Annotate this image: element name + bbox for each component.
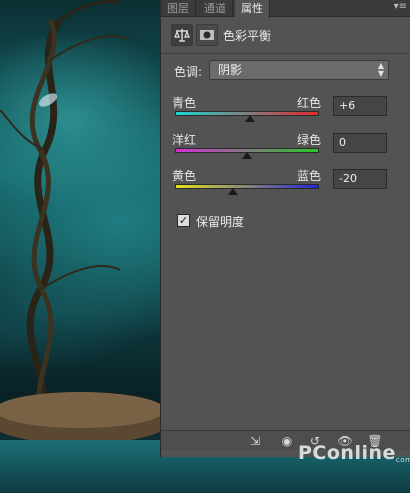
watermark-text: PConline: [298, 442, 396, 464]
slider-label-left: 青色: [172, 96, 197, 110]
layer-mask-icon[interactable]: [196, 24, 218, 46]
tone-label: 色调:: [174, 65, 203, 79]
clip-to-layer-icon[interactable]: ⇲: [247, 433, 263, 449]
dropdown-arrows-icon: ▲ ▼: [377, 61, 384, 78]
watermark-logo: PConlinecom.cn: [298, 442, 410, 464]
panel-header: 色彩平衡: [161, 20, 410, 50]
tone-dropdown[interactable]: 阴影 ▲ ▼: [209, 60, 389, 80]
tab-channels[interactable]: 通道: [198, 0, 233, 17]
preserve-luminosity-checkbox[interactable]: ✓: [177, 214, 190, 227]
slider-track[interactable]: [175, 184, 319, 189]
tab-properties[interactable]: 属性: [235, 0, 270, 18]
slider-label-right: 蓝色: [296, 169, 321, 183]
slider-value-input[interactable]: +6: [333, 96, 387, 116]
slider-value-input[interactable]: 0: [333, 133, 387, 153]
preserve-luminosity-label: 保留明度: [196, 215, 245, 229]
slider-thumb[interactable]: [244, 115, 255, 122]
color-balance-icon[interactable]: [171, 24, 193, 46]
panel-title: 色彩平衡: [223, 29, 272, 43]
slider-label-right: 红色: [296, 96, 321, 110]
properties-panel: 图层 通道 属性 ▾≡ 色彩平衡 色调: 阴影 ▲ ▼ 青色 红色 +6 洋红 …: [160, 0, 410, 457]
slider-thumb[interactable]: [227, 188, 238, 195]
slider-label-left: 黄色: [172, 169, 197, 183]
slider-thumb[interactable]: [242, 152, 252, 159]
slider-label-right: 绿色: [296, 133, 321, 147]
panel-tabbar: 图层 通道 属性 ▾≡: [161, 0, 410, 18]
slider-label-left: 洋红: [172, 133, 197, 147]
divider: [161, 53, 410, 54]
view-previous-state-icon[interactable]: ◉: [279, 433, 295, 449]
panel-menu-icon[interactable]: ▾≡: [394, 1, 407, 12]
tone-dropdown-value: 阴影: [218, 63, 243, 77]
slider-value-input[interactable]: -20: [333, 169, 387, 189]
slider-yellow-blue: 黄色 蓝色 -20: [161, 167, 410, 217]
watermark-suffix: com.cn: [395, 456, 410, 464]
vine-illustration: [0, 0, 170, 444]
tab-layers[interactable]: 图层: [161, 0, 196, 17]
